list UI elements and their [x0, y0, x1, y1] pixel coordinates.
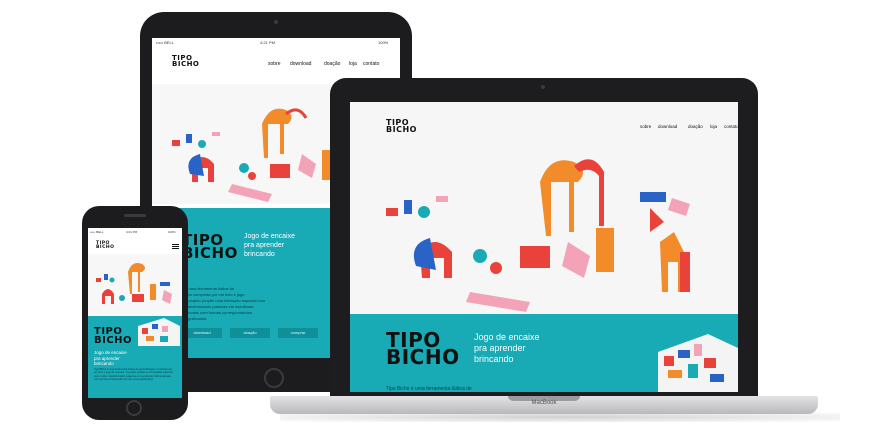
buy-button[interactable]: comprar — [278, 328, 318, 338]
phone-speaker — [124, 214, 146, 217]
phone-status-bar: ••••• BELL 4:21 PM 100% — [88, 228, 182, 238]
tagline-line-3: brincando — [474, 354, 514, 364]
laptop-device: TIPO BICHO sobre download doação loja co… — [330, 78, 758, 400]
carrier-label: ••••• BELL — [156, 40, 174, 45]
desc-line: s significados. — [182, 316, 208, 321]
nav-contato[interactable]: contato — [724, 124, 738, 129]
nav-download[interactable]: download — [658, 124, 677, 129]
phone-hero-image — [88, 254, 182, 316]
laptop-tagline: Jogo de encaixe pra aprender brincando — [474, 332, 540, 365]
phone-tagline: Jogo de encaixe pra aprender brincando — [94, 350, 127, 367]
download-button[interactable]: download — [182, 328, 222, 338]
tagline-line-1: Jogo de encaixe — [94, 350, 127, 355]
carrier-label: ••••• BELL — [90, 230, 104, 234]
laptop-teal-section: TIPO BICHO Jogo de encaixe pra aprender … — [350, 314, 738, 392]
nav-sobre[interactable]: sobre — [268, 61, 281, 67]
battery-label: 100% — [378, 40, 389, 45]
tagline-line-3: brincando — [244, 251, 275, 258]
nav-contato[interactable]: contato — [363, 61, 379, 67]
phone-device: ••••• BELL 4:21 PM 100% TIPO BICHO TIPO … — [82, 206, 188, 420]
tablet-description: o é uma ferramenta lúdica de agem compos… — [182, 286, 312, 322]
laptop-brand-label: MacBook — [531, 400, 557, 406]
nav-loja[interactable]: loja — [349, 61, 357, 67]
tagline-line-1: Jogo de encaixe — [474, 332, 540, 342]
nav-sobre[interactable]: sobre — [640, 124, 651, 129]
nav-download[interactable]: download — [290, 61, 311, 67]
nav-loja[interactable]: loja — [710, 124, 717, 129]
tagline-line-3: brincando — [94, 361, 114, 366]
clock-label: 4:21 PM — [260, 40, 275, 45]
battery-label: 100% — [168, 230, 176, 234]
laptop-site-logo[interactable]: TIPO BICHO — [386, 119, 417, 134]
phone-big-logo: TIPO BICHO — [94, 327, 133, 346]
tablet-big-logo: TIPO BICHO — [182, 233, 238, 262]
laptop-screen: TIPO BICHO sobre download doação loja co… — [350, 102, 738, 392]
donate-button[interactable]: doação — [230, 328, 270, 338]
logo-line-2: BICHO — [386, 124, 417, 134]
big-logo-line-2: BICHO — [386, 345, 460, 369]
laptop-base: MacBook — [270, 396, 818, 414]
site-logo[interactable]: TIPO BICHO — [172, 55, 200, 68]
laptop-description-cutoff: Tipo Bicho é uma ferramenta lúdica de — [386, 386, 472, 392]
clock-label: 4:21 PM — [126, 230, 138, 234]
hamburger-menu-icon[interactable] — [172, 244, 179, 249]
phone-home-button[interactable] — [126, 400, 142, 416]
tablet-tagline: Jogo de encaixe pra aprender brincando — [244, 232, 295, 259]
nav-doacao[interactable]: doação — [688, 124, 703, 129]
game-box-image — [658, 334, 738, 392]
big-logo-line-2: BICHO — [182, 243, 238, 262]
laptop-camera — [541, 85, 545, 89]
laptop-hero-image — [350, 142, 738, 312]
phone-teal-section: TIPO BICHO Jogo de encaixe pra aprender … — [88, 316, 182, 398]
tablet-status-bar: ••••• BELL 4:21 PM 100% — [152, 38, 400, 48]
phone-game-box-image — [138, 318, 180, 346]
laptop-big-logo: TIPO BICHO — [386, 330, 460, 369]
tagline-line-2: pra aprender — [244, 242, 285, 249]
tablet-camera — [274, 20, 278, 24]
logo-line-2: BICHO — [96, 244, 115, 250]
tablet-home-button[interactable] — [264, 368, 284, 388]
logo-line-2: BICHO — [172, 59, 200, 68]
phone-screen: ••••• BELL 4:21 PM 100% TIPO BICHO TIPO … — [88, 228, 182, 398]
big-logo-line-2: BICHO — [94, 334, 133, 346]
tagline-line-2: pra aprender — [474, 343, 526, 353]
tagline-line-1: Jogo de encaixe — [244, 233, 295, 240]
phone-site-logo[interactable]: TIPO BICHO — [96, 241, 115, 250]
phone-description: Tipo Bicho é uma ferramenta lúdica de ap… — [94, 368, 173, 382]
nav-doacao[interactable]: doação — [324, 61, 340, 67]
